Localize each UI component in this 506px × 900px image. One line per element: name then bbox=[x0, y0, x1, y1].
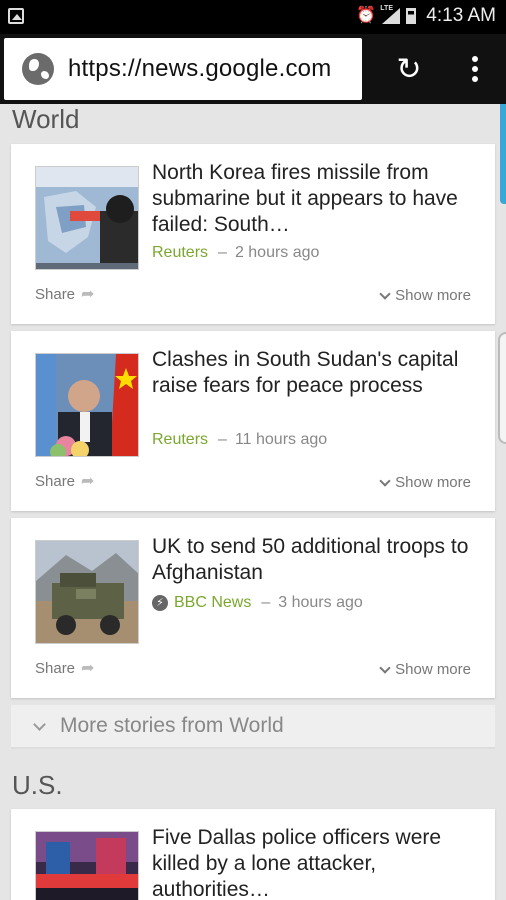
signal-icon: LTE bbox=[380, 5, 401, 24]
gallery-notification-icon bbox=[8, 8, 24, 24]
article-thumbnail[interactable] bbox=[35, 166, 139, 270]
edge-panel-handle[interactable] bbox=[500, 104, 506, 204]
article-thumbnail[interactable] bbox=[35, 540, 139, 644]
article-headline[interactable]: UK to send 50 additional troops to Afgha… bbox=[152, 534, 482, 586]
url-field[interactable]: https://news.google.com bbox=[4, 38, 362, 100]
more-stories-button[interactable]: More stories from World bbox=[11, 705, 495, 749]
chevron-down-icon bbox=[379, 474, 391, 487]
article-card[interactable]: UK to send 50 additional troops to Afgha… bbox=[11, 518, 495, 698]
show-more-button[interactable]: Show more bbox=[379, 661, 471, 678]
share-button[interactable]: Share ➦ bbox=[35, 471, 94, 491]
article-headline[interactable]: Clashes in South Sudan's capital raise f… bbox=[152, 347, 482, 399]
article-time: 2 hours ago bbox=[234, 244, 320, 261]
article-meta: ⚡ BBC News – 3 hours ago bbox=[152, 594, 363, 612]
share-arrow-icon: ➦ bbox=[81, 473, 95, 490]
chevron-down-icon bbox=[379, 661, 391, 674]
article-card[interactable]: Clashes in South Sudan's capital raise f… bbox=[11, 331, 495, 511]
article-headline[interactable]: Five Dallas police officers were killed … bbox=[152, 825, 482, 900]
article-meta: Reuters – 11 hours ago bbox=[152, 431, 328, 449]
battery-icon bbox=[406, 8, 417, 24]
share-arrow-icon: ➦ bbox=[81, 660, 95, 677]
chevron-down-icon bbox=[33, 717, 46, 731]
share-button[interactable]: Share ➦ bbox=[35, 284, 94, 304]
article-thumbnail[interactable] bbox=[35, 353, 139, 457]
article-meta: Reuters – 2 hours ago bbox=[152, 244, 320, 262]
edge-panel-tab[interactable] bbox=[498, 332, 506, 444]
show-more-button[interactable]: Show more bbox=[379, 474, 471, 491]
article-time: 3 hours ago bbox=[278, 594, 363, 611]
article-card[interactable]: Five Dallas police officers were killed … bbox=[11, 809, 495, 900]
lightning-icon: ⚡ bbox=[152, 595, 168, 611]
article-card[interactable]: North Korea fires missile from submarine… bbox=[11, 144, 495, 324]
section-title-us: U.S. bbox=[12, 770, 63, 800]
chevron-down-icon bbox=[379, 287, 391, 300]
globe-icon bbox=[22, 53, 54, 85]
browser-toolbar: https://news.google.com ↻ bbox=[0, 34, 506, 104]
show-more-button[interactable]: Show more bbox=[379, 287, 471, 304]
article-source[interactable]: Reuters bbox=[152, 244, 208, 262]
article-source[interactable]: BBC News bbox=[174, 594, 251, 612]
share-arrow-icon: ➦ bbox=[81, 286, 95, 303]
status-clock: 4:13 AM bbox=[426, 5, 496, 26]
status-bar: ⏰ LTE 4:13 AM bbox=[0, 0, 506, 34]
reload-icon[interactable]: ↻ bbox=[393, 54, 425, 86]
article-headline[interactable]: North Korea fires missile from submarine… bbox=[152, 160, 482, 238]
article-source[interactable]: Reuters bbox=[152, 431, 208, 449]
section-title-world: World bbox=[12, 104, 80, 134]
url-text: https://news.google.com bbox=[68, 55, 332, 82]
news-feed: World North Korea fires missile from sub… bbox=[0, 104, 506, 900]
article-time: 11 hours ago bbox=[234, 431, 328, 448]
overflow-menu-icon[interactable] bbox=[460, 52, 490, 86]
share-button[interactable]: Share ➦ bbox=[35, 658, 94, 678]
alarm-icon: ⏰ bbox=[356, 7, 377, 24]
article-thumbnail[interactable] bbox=[35, 831, 139, 900]
